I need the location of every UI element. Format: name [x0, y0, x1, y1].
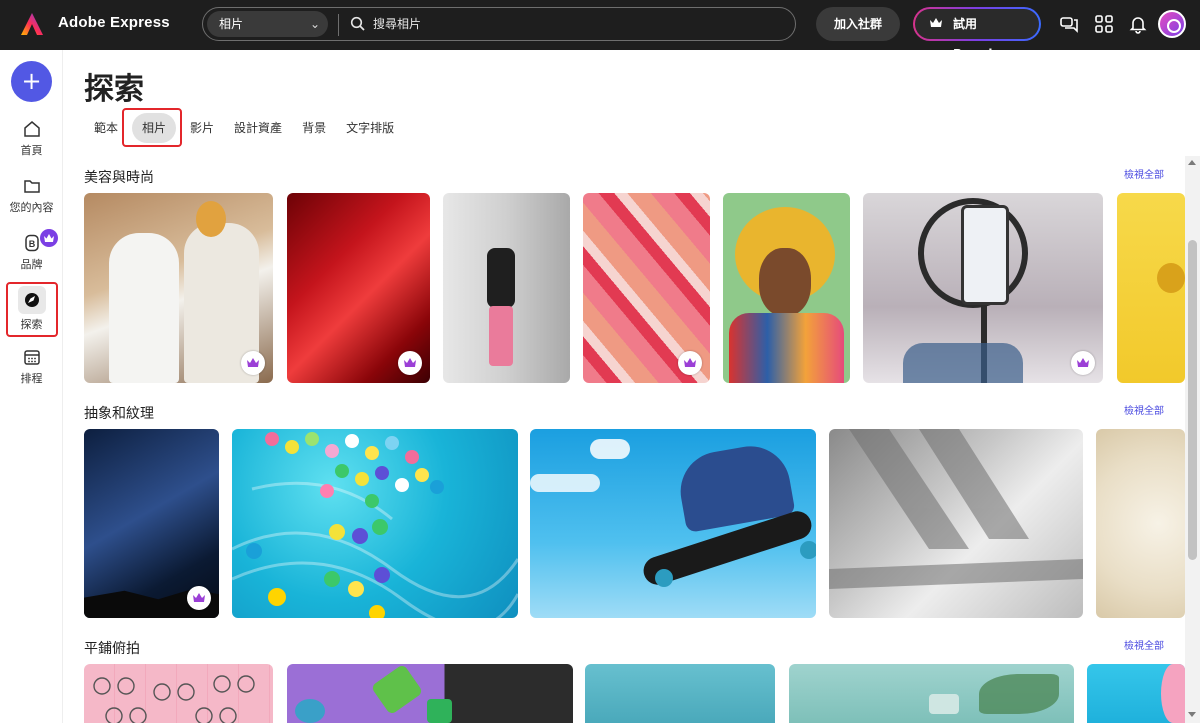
section-title-flat-lay: 平鋪俯拍 [84, 641, 140, 657]
photo-detail [427, 699, 452, 723]
photo-tile[interactable] [287, 193, 430, 383]
sidebar-item-schedule[interactable]: 排程 [0, 348, 63, 386]
ball-pit-pattern [232, 432, 518, 618]
tab-videos[interactable]: 影片 [180, 113, 224, 143]
sidebar-item-label: 首頁 [20, 144, 43, 157]
photo-tile[interactable] [530, 429, 816, 618]
premium-badge [678, 351, 702, 375]
photo-tile[interactable] [84, 664, 273, 723]
photo-detail [1161, 664, 1185, 723]
photo-tile[interactable] [863, 193, 1103, 383]
create-new-button[interactable]: + [11, 61, 52, 102]
adobe-express-logo-icon[interactable] [20, 12, 44, 36]
brand-icon: B [24, 234, 39, 252]
photo-tile[interactable] [1096, 429, 1185, 618]
chat-icon[interactable] [1059, 14, 1079, 34]
photo-tile[interactable] [829, 429, 1083, 618]
photo-tile[interactable] [723, 193, 850, 383]
crown-icon [404, 358, 416, 367]
photo-tile[interactable] [287, 664, 573, 723]
sidebar-item-label: 您的內容 [9, 201, 54, 214]
photo-subject [109, 233, 179, 383]
sidebar-item-home[interactable]: 首頁 [0, 120, 63, 158]
premium-badge [40, 229, 58, 247]
premium-badge [187, 586, 211, 610]
calendar-icon [23, 350, 40, 365]
photo-subject [729, 313, 844, 383]
photo-tile[interactable] [583, 193, 710, 383]
crown-icon [930, 18, 942, 27]
photo-detail [929, 694, 959, 714]
top-bar: Adobe Express 相片 ⌄ 加入社群 試用 Premium [0, 0, 1200, 61]
highlight-box [122, 108, 182, 147]
section-title-abstract-texture: 抽象和紋理 [84, 406, 154, 422]
join-community-button[interactable]: 加入社群 [816, 7, 900, 41]
photo-subject [489, 306, 513, 366]
search-divider [338, 14, 339, 36]
photo-detail [196, 201, 226, 237]
try-premium-button[interactable]: 試用 Premium [913, 7, 1041, 61]
photo-tile[interactable] [1117, 193, 1185, 383]
photo-subject [903, 343, 1023, 383]
tab-typography[interactable]: 文字排版 [336, 113, 404, 143]
tab-design-assets[interactable]: 設計資產 [224, 113, 292, 143]
photo-detail [979, 674, 1059, 714]
search-scope-dropdown[interactable]: 相片 ⌄ [207, 11, 328, 37]
scrollbar-thumb[interactable] [1188, 240, 1197, 560]
page-title: 探索 [84, 72, 144, 107]
crown-icon [193, 593, 205, 602]
sidebar-item-your-content[interactable]: 您的內容 [0, 177, 63, 215]
photo-tile[interactable] [789, 664, 1074, 723]
photo-detail [590, 439, 630, 459]
scroll-down-arrow-icon[interactable] [1188, 712, 1196, 717]
highlight-box [6, 282, 58, 337]
vertical-scrollbar[interactable] [1185, 156, 1200, 723]
home-icon [23, 121, 40, 137]
photo-detail [295, 699, 325, 723]
search-scope-label: 相片 [219, 17, 244, 31]
brand-name[interactable]: Adobe Express [58, 14, 170, 31]
user-avatar[interactable] [1158, 10, 1186, 38]
photo-detail [1157, 263, 1185, 293]
sidebar-item-label: 排程 [20, 372, 43, 385]
crown-icon [44, 234, 54, 242]
photo-tile[interactable] [585, 664, 775, 723]
photo-detail [800, 541, 816, 559]
search-icon [350, 16, 365, 31]
see-all-link[interactable]: 檢視全部 [1124, 402, 1164, 417]
photo-tile[interactable] [84, 429, 219, 618]
folder-icon [23, 180, 40, 193]
photo-detail [530, 474, 600, 492]
section-title-beauty-fashion: 美容與時尚 [84, 170, 154, 186]
shadow-pattern [829, 429, 1083, 589]
see-all-link[interactable]: 檢視全部 [1124, 637, 1164, 652]
premium-badge [398, 351, 422, 375]
crown-icon [684, 358, 696, 367]
chevron-down-icon: ⌄ [309, 17, 320, 31]
crown-icon [247, 358, 259, 367]
premium-badge [241, 351, 265, 375]
see-all-link[interactable]: 檢視全部 [1124, 166, 1164, 181]
premium-label: 試用 Premium [953, 17, 1014, 61]
photo-detail [655, 569, 673, 587]
photo-detail [961, 205, 1009, 305]
tab-backgrounds[interactable]: 背景 [292, 113, 336, 143]
photo-tile[interactable] [1087, 664, 1185, 723]
search-bar: 相片 ⌄ [202, 7, 796, 41]
photo-tile[interactable] [443, 193, 570, 383]
sidebar-item-label: 品牌 [20, 258, 43, 271]
photo-detail [370, 664, 424, 716]
crown-icon [1077, 358, 1089, 367]
photo-tile[interactable] [84, 193, 273, 383]
photo-subject [759, 248, 811, 316]
svg-text:B: B [28, 239, 35, 249]
premium-badge [1071, 351, 1095, 375]
scroll-up-arrow-icon[interactable] [1188, 160, 1196, 165]
search-input[interactable] [373, 13, 773, 35]
apps-grid-icon[interactable] [1094, 14, 1114, 34]
photo-subject [487, 248, 515, 308]
bell-icon[interactable] [1128, 14, 1148, 34]
bicycle-pattern [93, 675, 255, 723]
photo-tile[interactable] [232, 429, 518, 618]
